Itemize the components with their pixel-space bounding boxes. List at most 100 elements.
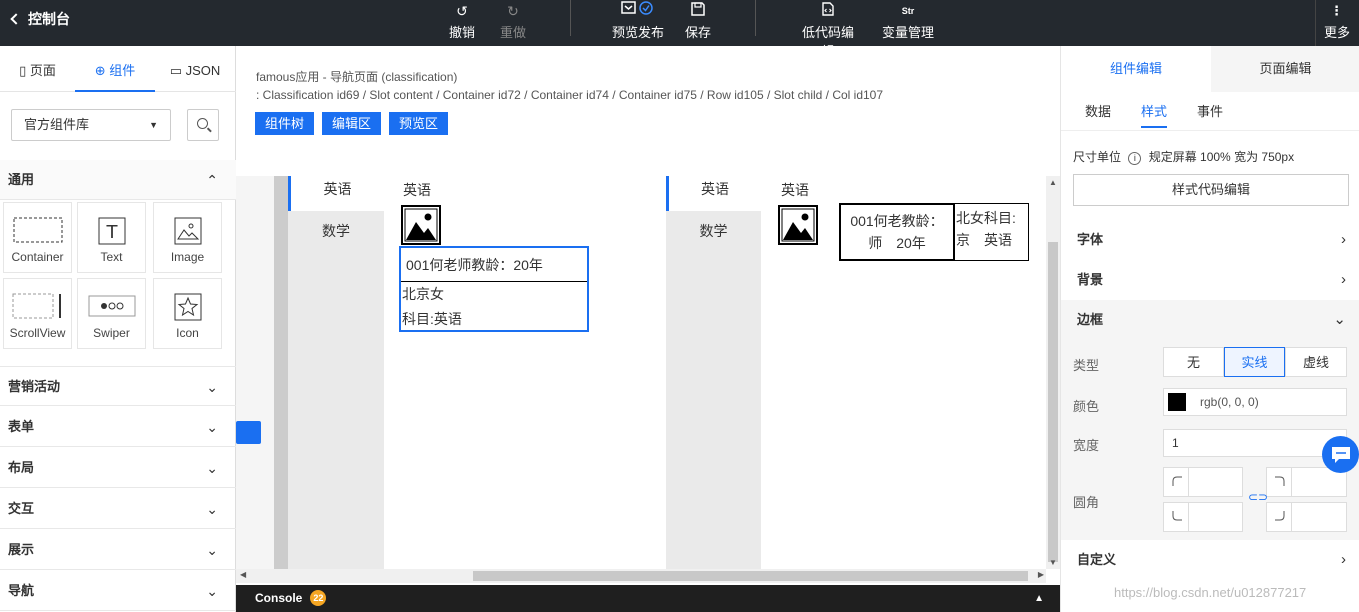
scroll-left-icon[interactable]: ◀ [240,570,246,579]
chevron-right-icon: › [1341,271,1346,288]
preview-publish-button[interactable]: 预览发布 [612,0,664,46]
tab-components[interactable]: ⊕ 组件 [75,46,155,92]
component-text[interactable]: T Text [77,202,146,273]
edit-area-button[interactable]: 编辑区 [322,112,382,135]
variable-manage-button[interactable]: Str 变量管理 [882,0,934,46]
color-swatch[interactable] [1168,393,1186,411]
horizontal-scrollbar[interactable]: ◀ ▶ [236,569,1046,583]
nav-item-english[interactable]: 英语 [288,176,384,211]
redo-button[interactable]: ↻ 重做 [498,0,528,46]
section-display[interactable]: 展示 ⌄ [0,530,236,570]
chat-button[interactable] [1322,436,1359,473]
horizontal-scroll-thumb[interactable] [473,571,1028,581]
link-icon[interactable]: ⊂⊃ [1248,490,1268,504]
section-marketing[interactable]: 营销活动 ⌄ [0,366,236,406]
component-image[interactable]: Image [153,202,222,273]
design-canvas[interactable]: 英语 数学 英语 001何老师教龄：20年 北京女 科目:英语 英语 数学 英语… [236,176,1060,569]
border-type-dashed[interactable]: 虚线 [1285,347,1347,377]
nav-item-math[interactable]: 数学 [666,211,761,251]
border-type-label: 类型 [1073,358,1100,373]
section-layout[interactable]: 布局 ⌄ [0,448,236,488]
component-scrollview[interactable]: ScrollView [3,278,72,349]
vertical-scroll-thumb[interactable] [1048,242,1058,562]
chevron-right-icon: › [1341,551,1346,568]
svg-text:T: T [105,222,118,243]
editor-center: famous应用 - 导航页面 (classification) : Class… [236,46,1060,612]
undo-icon: ↺ [456,3,468,19]
breadcrumb: famous应用 - 导航页面 (classification) : Class… [256,68,883,104]
save-button[interactable]: 保存 [684,0,712,46]
vertical-scrollbar[interactable]: ▲ ▼ [1046,176,1060,569]
section-general[interactable]: 通用 ⌃ [0,160,236,200]
tab-page-edit[interactable]: 页面编辑 [1211,46,1359,92]
section-background[interactable]: 背景 › [1061,260,1359,300]
style-code-edit-button[interactable]: 样式代码编辑 [1073,174,1349,206]
star-icon [174,293,201,321]
caret-up-icon[interactable]: ▲ [1034,585,1044,612]
string-variable-icon: Str [901,6,915,16]
lowcode-edit-button[interactable]: 低代码编辑 [796,0,860,59]
subtab-events[interactable]: 事件 [1197,96,1223,128]
chevron-down-icon: ⌄ [206,419,218,435]
preview-area-button[interactable]: 预览区 [389,112,449,135]
back-label: 控制台 [28,11,70,27]
section-form[interactable]: 表单 ⌄ [0,407,236,447]
teacher-card-cell[interactable]: 001何老教龄： 师 20年 [839,203,955,261]
undo-button[interactable]: ↺ 撤销 [447,0,477,46]
border-type-solid[interactable]: 实线 [1224,347,1285,377]
page-icon: ▯ [19,63,27,78]
container-icon [13,217,62,243]
section-font[interactable]: 字体 › [1061,220,1359,260]
subtab-data[interactable]: 数据 [1085,96,1111,128]
left-content: 英语 001何老师教龄：20年 北京女 科目:英语 [384,176,666,569]
component-container[interactable]: Container [3,202,72,273]
save-icon [684,0,712,22]
section-border[interactable]: 边框 ⌄ [1061,300,1359,340]
nav-item-math[interactable]: 数学 [288,211,384,251]
chevron-right-icon: › [1341,231,1346,248]
info-icon[interactable]: i [1128,152,1142,165]
panel-toggle-button[interactable] [236,421,261,444]
swiper-icon [88,295,135,317]
view-buttons: 组件树 编辑区 预览区 [255,112,456,135]
radius-bottom-right-input[interactable] [1266,502,1347,532]
border-type-none[interactable]: 无 [1163,347,1224,377]
radius-bottom-left-input[interactable] [1163,502,1243,532]
breadcrumb-app: famous应用 - 导航页面 (classification) [256,70,458,84]
section-custom[interactable]: 自定义 › [1061,540,1359,580]
teacher-card-selected[interactable]: 001何老师教龄：20年 北京女 科目:英语 [399,246,589,332]
chevron-left-icon [10,13,22,25]
section-navigation[interactable]: 导航 ⌄ [0,571,236,611]
more-button[interactable]: ⋮ 更多 [1315,0,1359,46]
image-placeholder-icon[interactable] [401,205,441,245]
breadcrumb-path[interactable]: : Classification id69 / Slot content / C… [256,86,883,104]
back-button[interactable]: 控制台 [10,0,70,38]
nav-item-english[interactable]: 英语 [666,176,761,211]
border-width-input[interactable]: 1 [1163,429,1347,457]
console-bar[interactable]: Console 22 ▲ [236,585,1060,612]
tab-component-edit[interactable]: 组件编辑 [1061,46,1211,92]
component-tree-button[interactable]: 组件树 [255,112,315,135]
code-file-icon [796,0,860,22]
tab-pages[interactable]: ▯ 页面 [0,46,75,92]
scroll-right-icon[interactable]: ▶ [1038,570,1044,579]
border-width-label: 宽度 [1073,438,1100,453]
more-vertical-icon: ⋮ [1330,3,1344,18]
scrollview-icon [12,293,61,319]
border-color-label: 颜色 [1073,399,1100,414]
image-placeholder-icon[interactable] [778,205,818,245]
chevron-down-icon: ⌄ [206,583,218,599]
scroll-down-icon[interactable]: ▼ [1049,558,1057,567]
scroll-up-icon[interactable]: ▲ [1049,178,1057,187]
component-icon[interactable]: Icon [153,278,222,349]
subtab-style[interactable]: 样式 [1141,96,1168,128]
right-content: 英语 001何老教龄： 师 20年 北女科目: 京 英语 [761,176,1046,569]
tab-json[interactable]: ▭ JSON [155,46,235,92]
component-swiper[interactable]: Swiper [77,278,146,349]
library-select[interactable]: 官方组件库 ▼ [11,109,171,141]
teacher-info-cell[interactable]: 北女科目: 京 英语 [954,203,1029,261]
search-button[interactable] [187,109,219,141]
border-color-input[interactable]: rgb(0, 0, 0) [1163,388,1347,416]
radius-top-left-input[interactable] [1163,467,1243,497]
section-interaction[interactable]: 交互 ⌄ [0,489,236,529]
